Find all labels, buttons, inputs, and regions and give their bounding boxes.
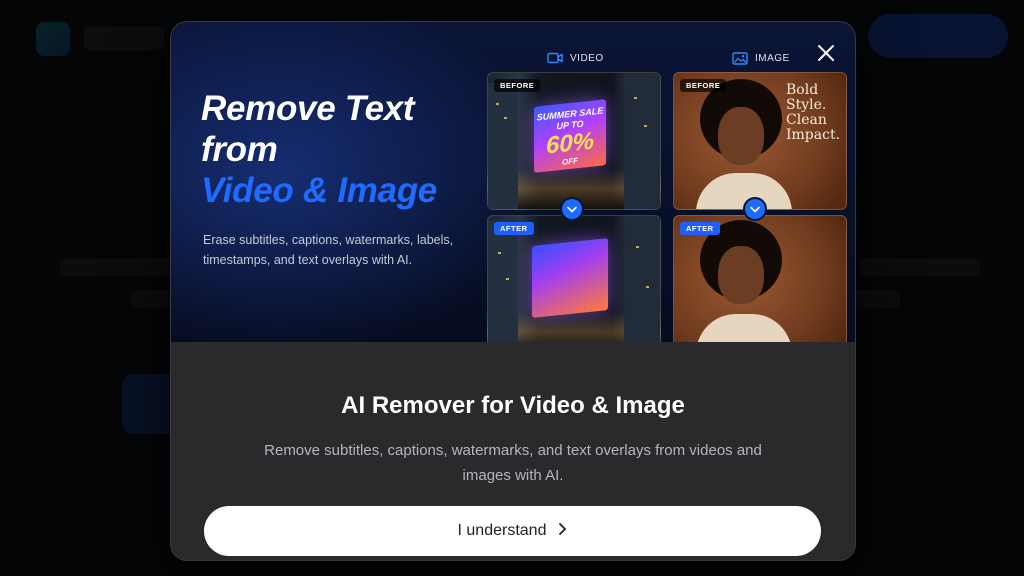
modal-hero-banner: Remove Text from Video & Image Erase sub… [171, 22, 855, 353]
overlay-text-line: Impact. [786, 127, 841, 143]
chevron-down-icon [745, 199, 765, 219]
chevron-down-icon [562, 199, 582, 219]
close-icon [818, 45, 834, 61]
image-tab: IMAGE [732, 52, 790, 65]
portrait-overlay-text: Bold Style. Clean Impact. [786, 83, 846, 143]
modal-body: AI Remover for Video & Image Remove subt… [171, 342, 855, 560]
before-tag: BEFORE [680, 79, 727, 92]
feature-announcement-modal: Remove Text from Video & Image Erase sub… [171, 22, 855, 560]
modal-title: AI Remover for Video & Image [341, 392, 685, 419]
video-after-preview: AFTER [487, 215, 661, 353]
video-tab-label: VIDEO [570, 52, 604, 64]
hero-title-line: Remove Text [201, 89, 415, 128]
video-icon [547, 52, 563, 64]
hero-title: Remove Text from Video & Image [201, 88, 501, 211]
image-icon [732, 52, 748, 65]
blank-billboard [532, 238, 608, 318]
close-button[interactable] [815, 42, 837, 64]
overlay-text-line: Clean [786, 112, 827, 128]
after-tag: AFTER [494, 222, 534, 235]
i-understand-button[interactable]: I understand [204, 506, 821, 556]
image-tab-label: IMAGE [755, 53, 790, 64]
i-understand-label: I understand [457, 522, 547, 539]
image-before-preview: Bold Style. Clean Impact. BEFORE [673, 72, 847, 210]
chevron-right-icon [558, 522, 567, 541]
video-tab: VIDEO [547, 52, 604, 64]
image-after-preview: AFTER [673, 215, 847, 353]
overlay-text-line: Style. [786, 97, 827, 113]
video-before-preview: SUMMER SALE UP TO 60% OFF BEFORE [487, 72, 661, 210]
hero-subtitle: Erase subtitles, captions, watermarks, l… [203, 233, 454, 267]
before-tag: BEFORE [494, 79, 541, 92]
after-tag: AFTER [680, 222, 720, 235]
hero-title-accent: Video & Image [201, 171, 437, 210]
hero-title-line: from [201, 130, 278, 169]
modal-description: Remove subtitles, captions, watermarks, … [264, 442, 762, 484]
overlay-text-line: Bold [786, 82, 819, 98]
sale-billboard: SUMMER SALE UP TO 60% OFF [534, 99, 606, 173]
